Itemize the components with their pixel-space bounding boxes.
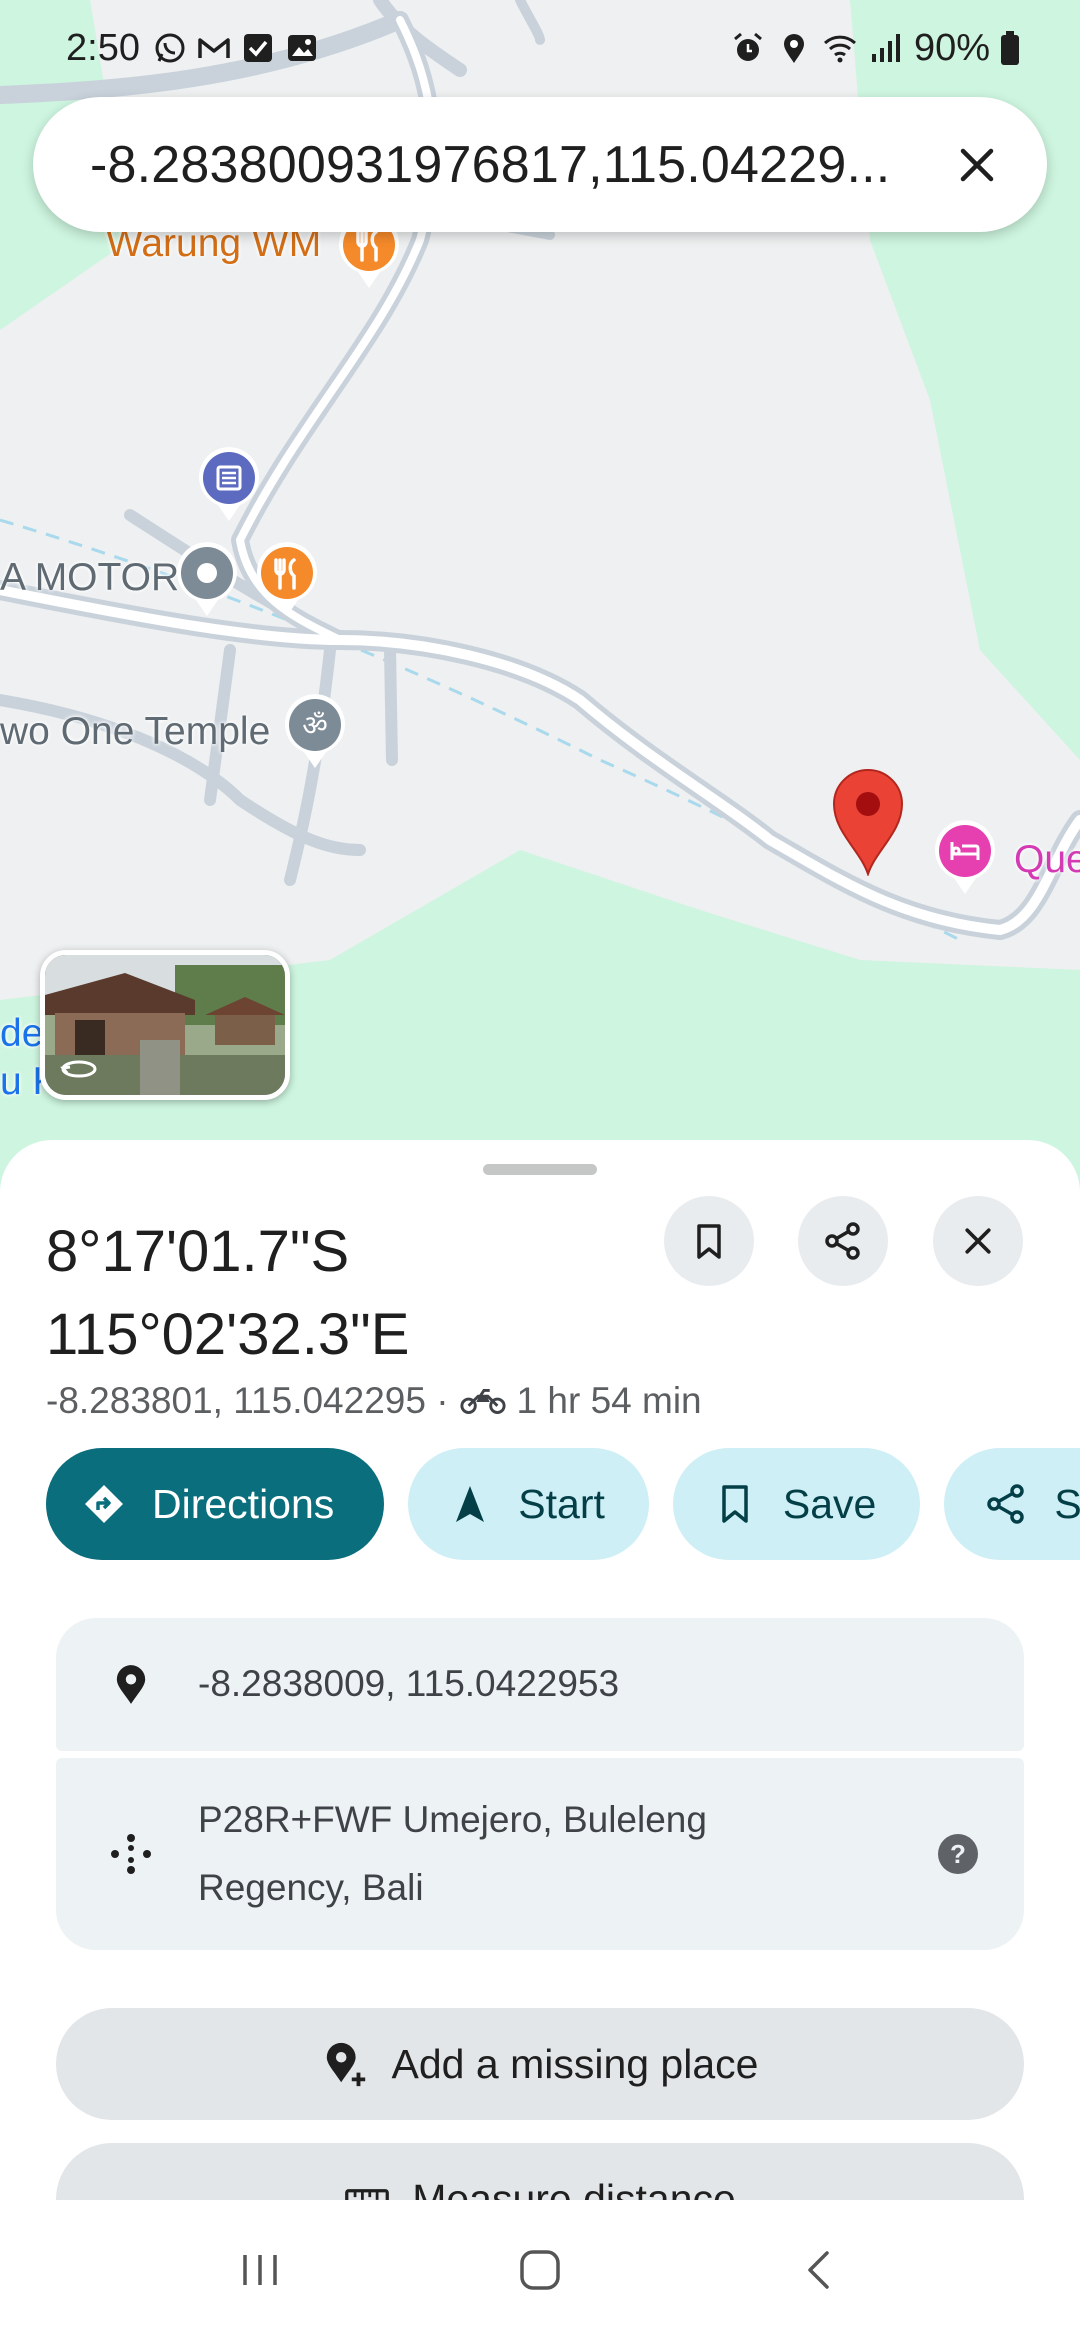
svg-text:ॐ: ॐ [302, 709, 328, 742]
home-icon [520, 2250, 560, 2290]
share-label: Sh [1054, 1480, 1080, 1527]
plus-code-icon [106, 1829, 156, 1879]
close-sheet-button[interactable] [933, 1196, 1023, 1286]
dropped-pin-icon[interactable] [830, 766, 906, 878]
latlng-text: -8.2838009, 115.0422953 [198, 1663, 620, 1704]
latlng-row[interactable]: -8.2838009, 115.0422953 [56, 1618, 1024, 1751]
map-label-temple[interactable]: wo One Temple [0, 710, 270, 754]
whatsapp-icon [155, 33, 185, 63]
directions-icon [85, 1485, 123, 1523]
coordinates-summary: -8.283801, 115.042295 · 1 hr 54 min [46, 1380, 702, 1422]
start-button[interactable]: Start [408, 1448, 649, 1560]
close-icon [965, 1228, 991, 1254]
share-button[interactable] [798, 1196, 888, 1286]
add-location-icon [326, 2042, 365, 2087]
status-bar: 2:50 90% [0, 0, 1080, 96]
plus-code-text: P28R+FWF Umejero, Buleleng Regency, Bali [198, 1786, 707, 1922]
place-details-sheet[interactable]: 8°17'01.7"S 115°02'32.3"E -8.283801, 115… [0, 1140, 1080, 2200]
svg-text:?: ? [950, 1839, 966, 1869]
place-pin-icon[interactable] [174, 540, 240, 618]
action-chips-row[interactable]: Directions Start Save Sh [46, 1448, 1080, 1560]
navigation-arrow-icon [456, 1486, 485, 1522]
plus-code-row[interactable]: P28R+FWF Umejero, Buleleng Regency, Bali… [56, 1758, 1024, 1950]
signal-icon [871, 34, 900, 62]
back-icon [808, 2251, 829, 2289]
save-bookmark-button[interactable] [664, 1196, 754, 1286]
status-time: 2:50 [66, 26, 140, 69]
help-icon[interactable]: ? [936, 1832, 980, 1876]
checkbox-icon [243, 34, 272, 62]
system-navigation-bar [0, 2200, 1080, 2340]
bookmark-icon [697, 1224, 721, 1259]
travel-time: 1 hr 54 min [516, 1380, 702, 1421]
battery-percent: 90% [913, 26, 990, 69]
temple-pin-icon[interactable]: ॐ [282, 692, 348, 770]
coordinates-short: -8.283801, 115.042295 · [46, 1380, 449, 1421]
hotel-pin-icon[interactable] [932, 818, 998, 896]
location-pin-icon [106, 1660, 156, 1710]
title-latitude: 8°17'01.7"S [46, 1219, 350, 1284]
gmail-icon [198, 38, 230, 58]
share-icon [825, 1222, 860, 1260]
title-longitude: 115°02'32.3"E [46, 1302, 410, 1367]
motorcycle-icon [459, 1389, 506, 1414]
business-pin-icon[interactable] [196, 445, 262, 523]
gallery-icon [287, 35, 316, 61]
place-title: 8°17'01.7"S 115°02'32.3"E [46, 1210, 646, 1376]
plus-code-line-1: P28R+FWF Umejero, Buleleng [198, 1799, 707, 1840]
search-bar[interactable]: -8.283800931976817,115.04229... [33, 97, 1047, 232]
add-missing-place-button[interactable]: Add a missing place [56, 2008, 1024, 2120]
share-icon [987, 1484, 1025, 1524]
alarm-icon [733, 32, 762, 61]
ruler-icon [345, 2189, 390, 2200]
bookmark-icon [722, 1485, 748, 1523]
close-icon [960, 148, 994, 181]
map-label-motor[interactable]: A MOTOR [0, 556, 179, 600]
wifi-icon [823, 35, 856, 63]
back-button[interactable] [775, 2225, 865, 2315]
plus-code-line-2: Regency, Bali [198, 1867, 424, 1908]
clear-search-button[interactable] [947, 135, 1007, 195]
recent-apps-button[interactable] [215, 2225, 305, 2315]
map-label-hotel[interactable]: Que [1014, 838, 1080, 882]
measure-distance-button[interactable]: Measure distance [56, 2143, 1024, 2200]
search-input[interactable]: -8.283800931976817,115.04229... [90, 135, 947, 195]
street-view-rotate-icon [59, 1047, 99, 1087]
add-missing-place-label: Add a missing place [391, 2040, 759, 2087]
map-label-blue-1[interactable]: de [0, 1012, 43, 1056]
share-chip-button[interactable]: Sh [944, 1448, 1080, 1560]
street-view-thumbnail[interactable] [40, 950, 290, 1100]
location-icon [783, 34, 804, 63]
home-button[interactable] [495, 2225, 585, 2315]
drag-handle[interactable] [483, 1164, 597, 1175]
save-button[interactable]: Save [672, 1448, 921, 1560]
start-label: Start [518, 1480, 605, 1527]
save-label: Save [782, 1480, 877, 1527]
measure-distance-label: Measure distance [412, 2175, 736, 2201]
recents-icon [243, 2255, 277, 2285]
battery-icon [1001, 31, 1019, 65]
directions-button[interactable]: Directions [46, 1448, 385, 1560]
directions-label: Directions [152, 1480, 335, 1527]
restaurant-pin-icon[interactable] [254, 540, 320, 618]
